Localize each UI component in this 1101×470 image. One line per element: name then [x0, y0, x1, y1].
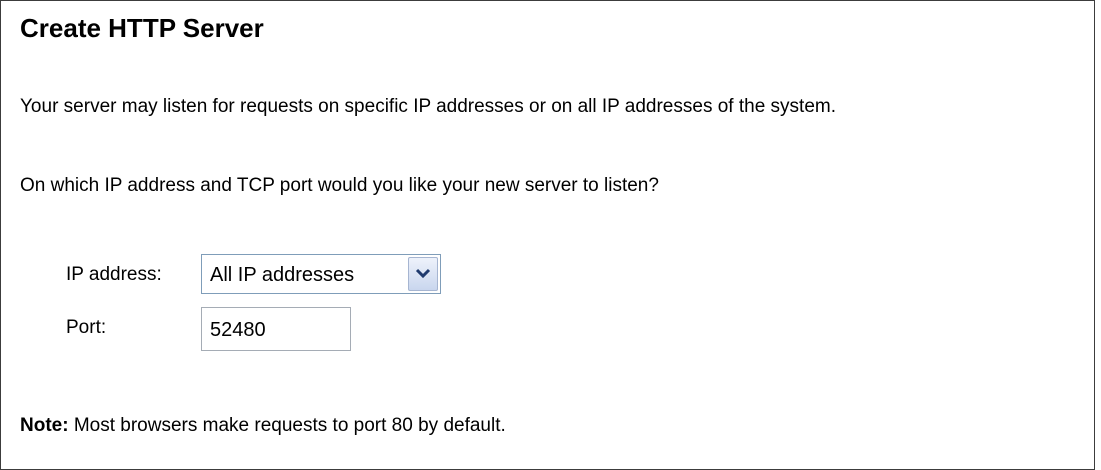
note-body: Most browsers make requests to port 80 b… — [68, 415, 506, 436]
question-text: On which IP address and TCP port would y… — [20, 175, 659, 196]
ip-address-select[interactable]: All IP addresses — [201, 254, 441, 294]
dialog-frame: Create HTTP Server Your server may liste… — [0, 0, 1095, 470]
ip-address-selected-value: All IP addresses — [210, 264, 355, 286]
port-input[interactable]: 52480 — [201, 307, 351, 351]
intro-text: Your server may listen for requests on s… — [20, 96, 836, 117]
page-title: Create HTTP Server — [20, 13, 264, 43]
note-text: Note: Most browsers make requests to por… — [20, 415, 506, 437]
dropdown-button[interactable] — [408, 257, 438, 291]
chevron-down-icon — [415, 268, 431, 279]
ip-address-label: IP address: — [66, 264, 162, 285]
port-value: 52480 — [210, 319, 266, 341]
note-label: Note: — [20, 415, 69, 436]
port-label: Port: — [66, 317, 107, 338]
